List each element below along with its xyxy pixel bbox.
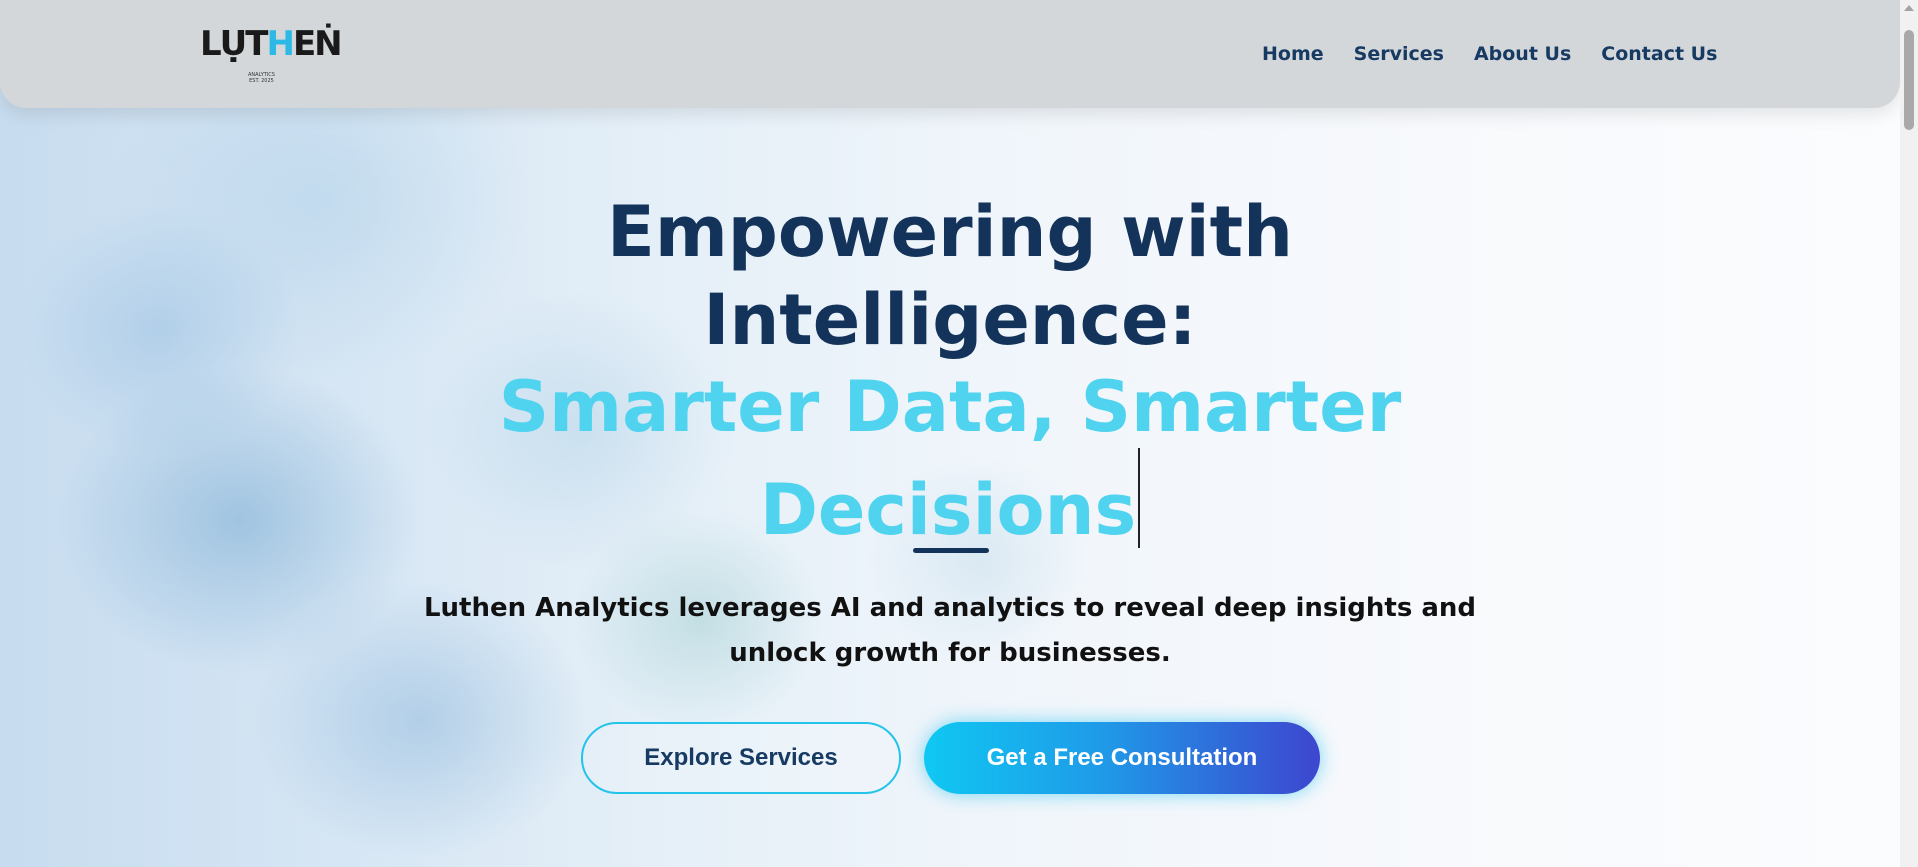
nav-home-link[interactable]: Home [1262,40,1324,68]
typing-caret [1138,448,1141,548]
logo-tagline: ANALYTICS EST. 2025 [248,72,275,84]
title-divider [913,548,989,553]
nav-about-link[interactable]: About Us [1474,40,1571,68]
hero-description: Luthen Analytics leverages AI and analyt… [423,593,1477,668]
logo-wordmark: LỤTHEṄ [200,24,343,64]
nav-services-link[interactable]: Services [1354,40,1444,68]
hero-subtitle-line-1: Smarter Data, Smarter [498,366,1402,448]
site-logo[interactable]: LỤTHEṄ ANALYTICS EST. 2025 [200,22,343,86]
free-consultation-button[interactable]: Get a Free Consultation [924,722,1320,794]
nav-contact-link[interactable]: Contact Us [1601,40,1717,68]
hero-subtitle-line-2: Decisions [759,469,1137,551]
hero-title-line-1: Empowering with [607,191,1293,273]
hero-subtitle-line-2-wrap: Decisions [0,448,1900,554]
explore-services-button[interactable]: Explore Services [581,722,901,794]
triangle-up-icon[interactable] [1900,0,1918,16]
scrollbar-thumb[interactable] [1904,30,1914,130]
hero-title-line-2: Intelligence: [703,279,1197,361]
site-header: LỤTHEṄ ANALYTICS EST. 2025 Home Services… [0,0,1900,108]
page-scrollbar[interactable] [1900,0,1918,867]
main-nav: Home Services About Us Contact Us [1262,40,1717,68]
